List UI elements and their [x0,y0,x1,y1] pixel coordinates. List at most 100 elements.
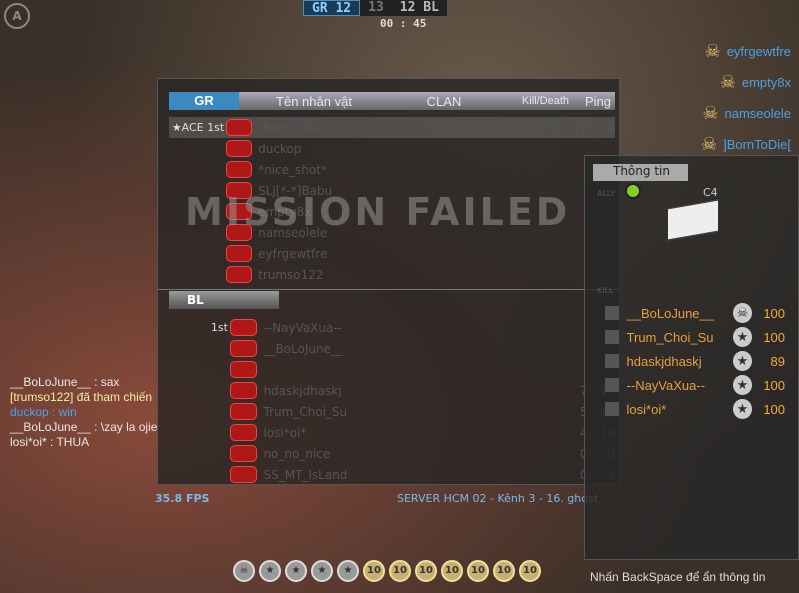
player-name: __BoLoJune__ [263,341,343,356]
top-score: GR 12 13 12 BL [303,0,447,16]
player-name: hdaskjdhaskj [263,383,342,398]
rank-badge-icon [226,140,253,157]
player-row[interactable]: hdaskjdhaskj717 [169,380,615,401]
fps-counter: 35.8 FPS [155,492,210,505]
player-name: trumso122 [258,267,324,282]
ally-marker-icon [625,183,641,199]
chat-log: __BoLoJune__ : sax [trumso122] đã tham ch… [10,375,157,450]
col-ping: Ping [584,93,611,109]
player-name: --NayVaXua-- [263,320,343,335]
kill-feed-entry: ☠ empty8x [701,67,791,98]
kills: 4 [499,426,588,440]
skull-icon: ☠ [702,103,719,123]
kill-assist-row: Trum_Choi_Su ★ 100 [605,325,785,349]
player-name: eyfrgewtfre [258,246,328,261]
rank-badge-icon [229,361,258,378]
player-row[interactable]: trumso122 [169,264,615,285]
player-row[interactable]: no_no_nice00 [169,443,615,464]
player-row[interactable]: losi*oi*416 [169,422,615,443]
deaths: 12 [572,120,588,135]
player-row[interactable] [169,359,615,380]
kills: 75 [546,120,562,135]
col-kd: Kill/Death [521,95,569,107]
rank-badge-icon [229,382,258,399]
player-row[interactable]: eyfrgewtfre [169,243,615,264]
kill-feed-name: empty8x [741,75,791,90]
weapon-icon [605,402,619,416]
medal-icon: ★ [311,560,333,582]
kill-assist-row: --NayVaXua-- ★ 100 [605,373,785,397]
rank-badge-icon [226,119,253,136]
rank-label: ★ACE 1st [171,121,225,134]
col-clan: CLAN [426,93,462,109]
scoreboard-panel: GR Tên nhân vật CLAN Kill/Death Ping ★AC… [157,78,620,485]
kill-assist-row: __BoLoJune__ ☠ 100 [605,301,785,325]
scoreboard-header: GR Tên nhân vật CLAN Kill/Death Ping [169,92,615,110]
assist-name: --NayVaXua-- [626,377,706,393]
weapon-icon [605,378,619,392]
kill-section-label: KILL [597,286,614,295]
c4-bomb-icon [667,199,719,241]
medal-icon: 10 [467,560,489,582]
player-name: duckop [258,141,302,156]
chat-line: __BoLoJune__ : \zay la ojie [10,420,158,434]
medal-icon: ★ [259,560,281,582]
medal-icon: 10 [519,560,541,582]
skull-icon: ☠ [700,134,718,154]
player-row[interactable]: ★ACE 1st]BornToDie[75 12 0 [169,117,615,138]
kill-feed-entry: ☠ namseolele [701,98,791,129]
assist-value: 100 [763,377,786,393]
info-tab[interactable]: Thông tin [593,164,688,181]
team-gr-label: GR [169,92,239,110]
chat-line: losi*oi* : THUA [10,435,90,449]
rank-badge-icon [229,403,258,420]
player-row[interactable]: Trum_Choi_Su513 [169,401,615,422]
mission-failed-text: MISSION FAILED [185,190,571,234]
kills: 7 [499,384,588,398]
assist-name: __BoLoJune__ [626,305,715,321]
star-icon: ★ [732,399,753,419]
gr-score: GR 12 [303,0,361,16]
player-row[interactable]: SS_MT_IsLand01 [169,464,615,485]
medal-icon: 10 [389,560,411,582]
c4-label: C4 [703,186,718,199]
medal-icon: ★ [337,560,359,582]
rank-badge-icon [226,161,253,178]
col-name: Tên nhân vật [276,93,352,109]
kill-assist-row: losi*oi* ★ 100 [605,397,785,421]
weapon-icon [605,306,619,320]
player-name: ]BornToDie[ [258,120,328,135]
team-divider [158,289,619,290]
player-row[interactable]: duckop [169,138,615,159]
player-name: losi*oi* [263,425,307,440]
medal-icon: 10 [493,560,515,582]
chat-line: __BoLoJune__ : sax [10,375,120,389]
player-name: SS_MT_IsLand [263,467,348,482]
player-name: no_no_nice [263,446,331,461]
star-icon: ★ [732,375,753,395]
star-icon: ★ [732,327,753,347]
player-row[interactable]: *nice_shot* [169,159,615,180]
assist-value: 100 [763,305,786,321]
kill-feed-name: ]BornToDie[ [723,137,791,152]
weapon-icon [605,354,619,368]
rank-badge-icon [229,424,258,441]
medal-bar: ☠ ★ ★ ★ ★ 10 10 10 10 10 10 10 [233,560,541,582]
team-bl-label: BL [169,291,279,309]
player-row[interactable]: __BoLoJune__ [169,338,615,359]
rank-badge-icon [229,340,258,357]
medal-icon: 10 [415,560,437,582]
round-number: 13 [360,0,392,16]
info-panel: Thông tin ALLY C4 KILL __BoLoJune__ ☠ 100 T… [584,155,799,560]
medal-icon: ☠ [233,560,255,582]
rank-badge-icon [229,466,258,483]
rank-badge-icon [229,319,258,336]
medal-icon: 10 [441,560,463,582]
ally-section-label: ALLY [597,189,616,198]
assist-name: hdaskjdhaskj [626,353,702,369]
kills: 0 [499,447,588,461]
player-row[interactable]: 1st --NayVaXua-- [169,317,615,338]
rank-badge-icon [229,445,258,462]
assist-value: 89 [770,353,786,369]
medal-icon: ★ [285,560,307,582]
